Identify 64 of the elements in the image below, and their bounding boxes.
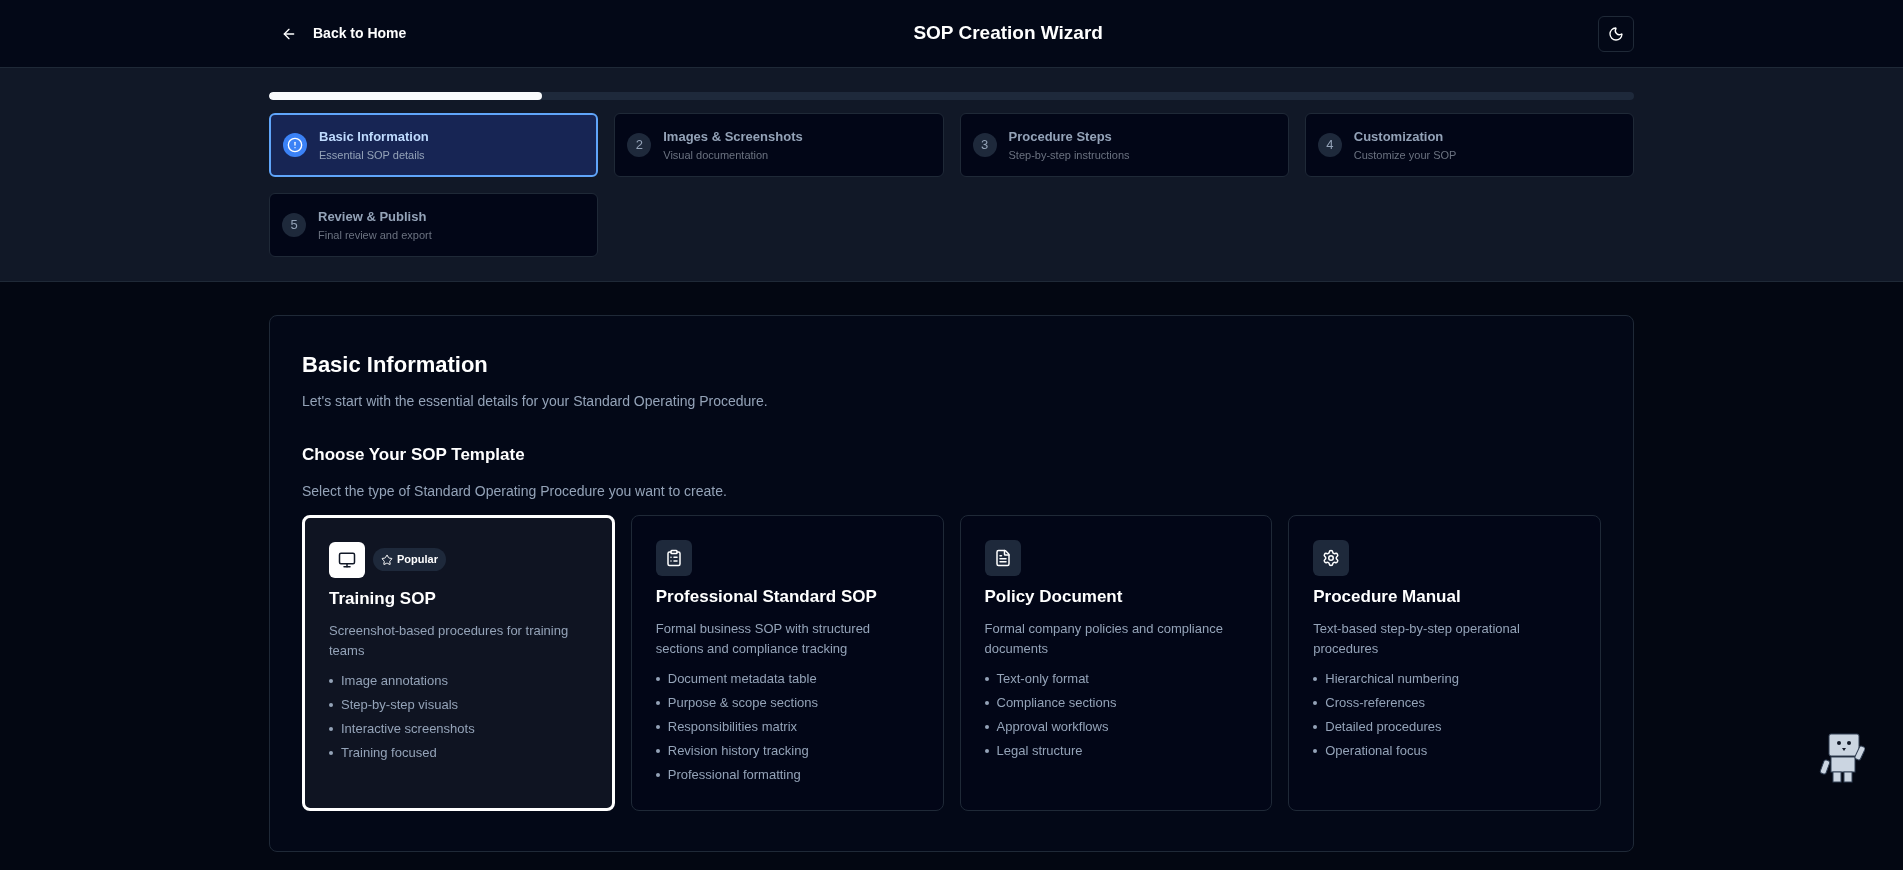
step-number: 3 (972, 133, 997, 157)
step-subtitle: Essential SOP details (319, 147, 426, 163)
step-subtitle: Customize your SOP (1353, 147, 1457, 163)
step-alert-icon (283, 133, 307, 157)
settings-icon (1322, 548, 1341, 567)
feature-item: Responsibilities matrix (667, 718, 798, 737)
feature-item: Image annotations (341, 672, 448, 691)
template-card[interactable]: Popular Training SOP Screenshot-based procedures for training teams Image annotations Step-by-step visuals Interactive screenshots Training focused (302, 514, 615, 811)
template-description: Select the type of Standard Operating Procedure you want to create. (302, 481, 728, 501)
feature-item: Document metadata table (667, 670, 817, 689)
section-description: Let's start with the essential details for your Standard Operating Procedure. (302, 392, 769, 411)
step-number: 4 (1317, 133, 1342, 157)
step-title: Customization (1353, 128, 1445, 146)
template-title: Training SOP (329, 587, 437, 610)
template-card[interactable]: Procedure Manual Text-based step-by-step operational procedures Hierarchical numbering Cross-references Detailed procedures Operational focus (1288, 514, 1601, 811)
wizard-step-tab[interactable]: 4 Customization Customize your SOP (1304, 113, 1634, 177)
wizard-step-tab[interactable]: 5 Review & Publish Final review and export (269, 193, 599, 257)
document-icon (993, 548, 1012, 567)
step-number: 5 (282, 213, 306, 237)
feature-item: Operational focus (1325, 742, 1428, 761)
back-link[interactable]: Back to Home (269, 15, 419, 52)
feature-item: Cross-references (1325, 694, 1425, 713)
template-title: Procedure Manual (1313, 585, 1462, 608)
template-card[interactable] (630, 514, 944, 811)
step-title: Images & Screenshots (663, 128, 803, 146)
feature-item: Interactive screenshots (341, 720, 475, 739)
step-subtitle: Final review and export (318, 227, 432, 243)
theme-toggle-button[interactable] (1598, 15, 1634, 52)
feature-item: Training focused (341, 744, 437, 763)
step-title: Basic Information (319, 128, 429, 146)
feature-item: Approval workflows (996, 718, 1109, 737)
star-icon (381, 553, 393, 566)
wizard-step-tab[interactable]: 3 Procedure Steps Step-by-step instructions (959, 113, 1289, 177)
feature-item: Text-only format (996, 670, 1089, 689)
template-summary: Formal company policies and compliance documents (984, 620, 1224, 658)
step-title: Review & Publish (318, 208, 428, 226)
template-summary: Text-based step-by-step operational procedures (1313, 620, 1521, 658)
wizard-step-tab[interactable]: Basic Information Essential SOP details (269, 113, 599, 177)
step-subtitle: Visual documentation (663, 147, 770, 163)
template-title: Professional Standard SOP (655, 585, 878, 608)
feature-item: Revision history tracking (667, 742, 809, 761)
step-title: Procedure Steps (1008, 128, 1113, 146)
feature-item: Legal structure (996, 742, 1083, 761)
clipboard-icon (664, 548, 683, 567)
moon-icon (1608, 25, 1624, 42)
template-card[interactable]: Policy Document Formal company policies and compliance documents Text-only format Compliance sections Approval workflows Legal structure (959, 514, 1273, 811)
monitor-icon (338, 550, 356, 569)
feature-item: Hierarchical numbering (1325, 670, 1459, 689)
feature-item: Professional formatting (667, 766, 801, 785)
template-summary: Screenshot-based procedures for training teams (329, 622, 570, 660)
feature-item: Purpose & scope sections (667, 694, 819, 713)
template-title: Policy Document (984, 585, 1124, 608)
feature-item: Step-by-step visuals (341, 696, 459, 715)
wizard-step-tab[interactable]: 2 Images & Screenshots Visual documentation (614, 113, 944, 177)
popular-badge: Popular (373, 548, 446, 571)
template-summary: Formal business SOP with structured sections and compliance tracking (655, 620, 872, 658)
feature-item: Compliance sections (996, 694, 1117, 713)
feature-item: Detailed procedures (1325, 718, 1442, 737)
step-number: 2 (627, 133, 652, 157)
page-title: SOP Creation Wizard (913, 21, 1103, 46)
robot-drawing (1819, 732, 1865, 784)
step-subtitle: Step-by-step instructions (1008, 147, 1130, 163)
template-heading: Choose Your SOP Template (302, 444, 526, 466)
section-title: Basic Information (302, 351, 489, 379)
